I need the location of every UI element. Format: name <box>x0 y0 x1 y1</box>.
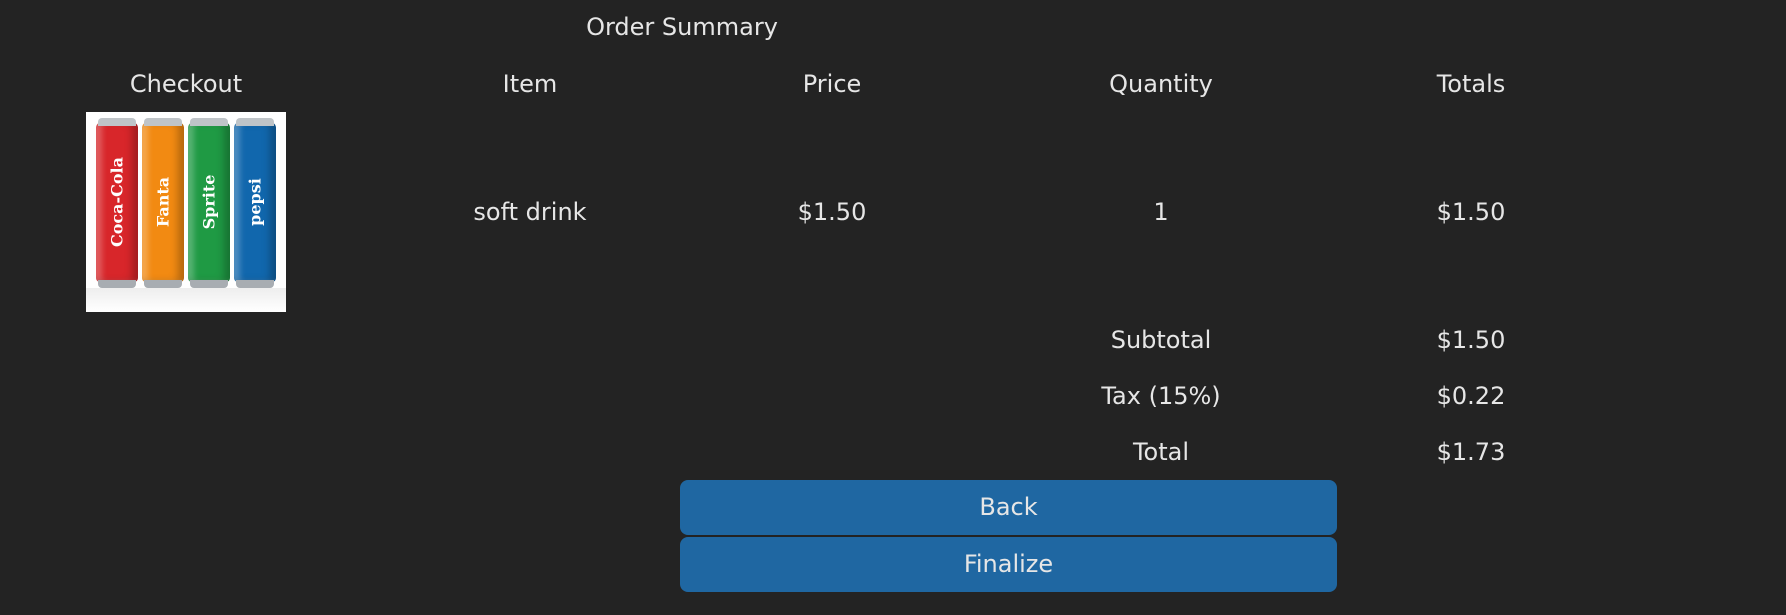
order-item-quantity: 1 <box>1153 198 1169 226</box>
column-header-totals: Totals <box>1436 70 1506 98</box>
order-item-total: $1.50 <box>1436 198 1506 226</box>
product-image-soft-drinks: Coca-Cola Fanta Sprite pepsi <box>86 112 286 312</box>
checkout-heading: Checkout <box>129 70 243 98</box>
total-label: Total <box>1132 438 1190 466</box>
subtotal-value: $1.50 <box>1436 326 1506 354</box>
image-reflection <box>86 288 286 312</box>
back-button[interactable]: Back <box>680 480 1337 535</box>
finalize-button[interactable]: Finalize <box>680 537 1337 592</box>
lemon-lime-can-icon: Sprite <box>188 118 230 288</box>
column-header-item: Item <box>502 70 558 98</box>
order-item-name: soft drink <box>473 198 587 226</box>
column-header-price: Price <box>802 70 862 98</box>
subtotal-label: Subtotal <box>1110 326 1212 354</box>
tax-label: Tax (15%) <box>1101 382 1221 410</box>
checkout-screen: Order Summary Checkout Item Price Quanti… <box>0 0 1786 615</box>
cola-can-icon: Coca-Cola <box>96 118 138 288</box>
column-header-quantity: Quantity <box>1109 70 1213 98</box>
tax-value: $0.22 <box>1436 382 1506 410</box>
orange-soda-can-icon: Fanta <box>142 118 184 288</box>
page-title: Order Summary <box>586 13 778 41</box>
pepsi-can-icon: pepsi <box>234 118 276 288</box>
order-item-price: $1.50 <box>797 198 867 226</box>
total-value: $1.73 <box>1436 438 1506 466</box>
